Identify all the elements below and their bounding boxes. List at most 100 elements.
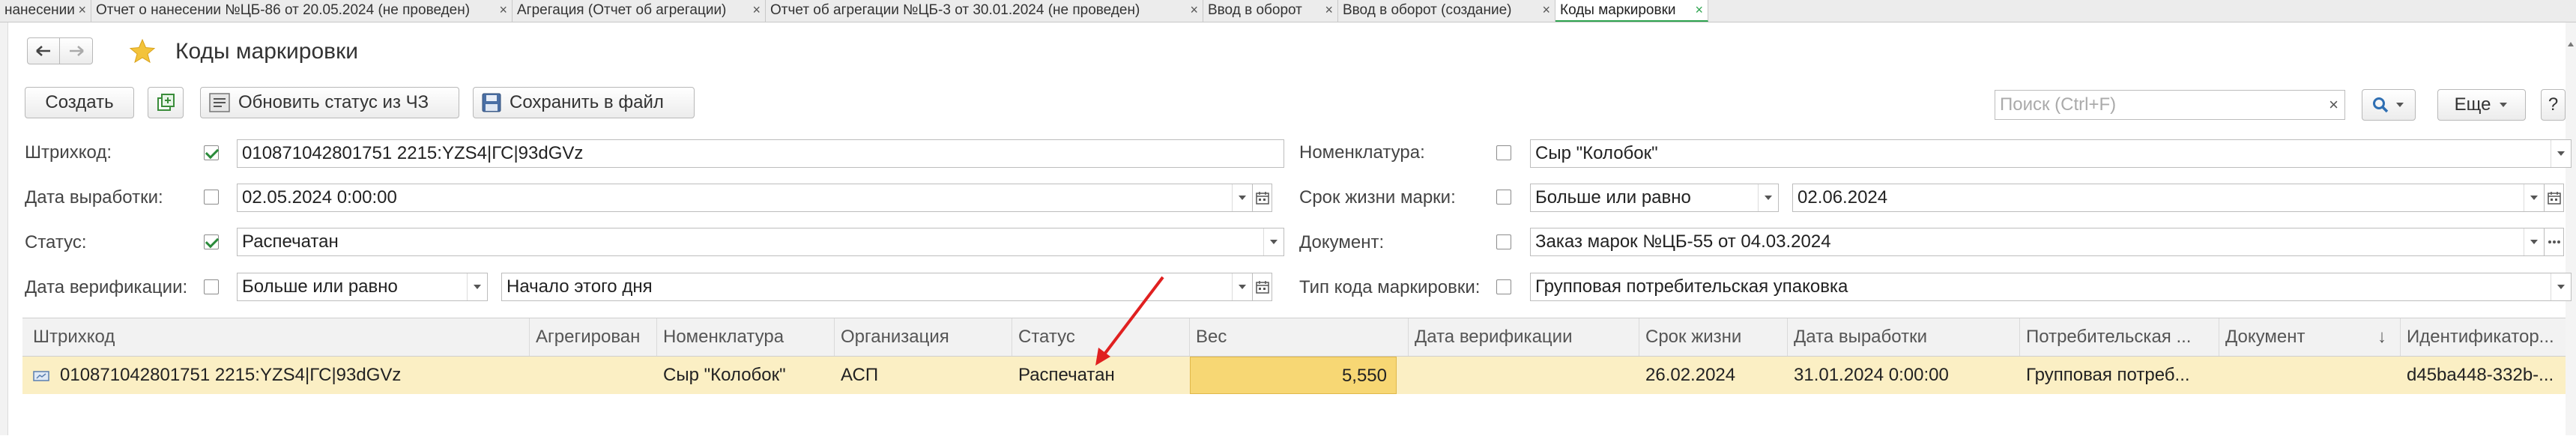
nomenclature-field[interactable]: Сыр "Колобок" xyxy=(1530,139,2572,168)
chevron-down-icon[interactable] xyxy=(1263,228,1284,255)
star-icon[interactable] xyxy=(129,38,156,64)
verify-date-label: Дата верификации: xyxy=(25,277,188,297)
col-nomenclature[interactable]: Номенклатура xyxy=(657,318,835,356)
ellipsis-icon xyxy=(2548,240,2560,243)
chevron-down-icon[interactable] xyxy=(467,273,487,300)
col-organization[interactable]: Организация xyxy=(835,318,1012,356)
chevron-down-icon[interactable] xyxy=(1232,184,1252,211)
close-icon[interactable]: × xyxy=(1695,0,1703,20)
table-row[interactable]: 010871042801751 2215:YZS4|ГС|93dGVz Сыр … xyxy=(22,357,2566,394)
prod-date-field[interactable]: 02.05.2024 0:00:00 xyxy=(237,184,1253,212)
close-icon[interactable]: × xyxy=(499,0,507,20)
tab-strip: нанесении × Отчет о нанесении №ЦБ-86 от 2… xyxy=(0,0,2576,22)
chevron-down-icon[interactable] xyxy=(1758,184,1778,211)
col-shelf-life[interactable]: Срок жизни xyxy=(1639,318,1788,356)
code-type-field[interactable]: Групповая потребительская упаковка xyxy=(1530,273,2572,301)
right-scrollbar[interactable] xyxy=(2566,22,2576,435)
barcode-checkbox[interactable] xyxy=(204,145,219,160)
clear-search-icon[interactable]: × xyxy=(2329,91,2338,119)
shelf-life-operator-select[interactable]: Больше или равно xyxy=(1530,184,1779,212)
create-button[interactable]: Создать xyxy=(25,87,134,118)
chevron-down-icon[interactable] xyxy=(2551,140,2571,167)
verify-date-operator-select[interactable]: Больше или равно xyxy=(237,273,488,301)
col-identifier[interactable]: Идентификатор... xyxy=(2401,318,2566,356)
chevron-down-icon[interactable] xyxy=(2551,273,2571,300)
cell-identifier: d45ba448-332b-... xyxy=(2407,365,2554,385)
arrow-right-icon xyxy=(69,46,84,56)
prod-date-checkbox[interactable] xyxy=(204,190,219,205)
col-prod-date[interactable]: Дата выработки xyxy=(1788,318,2020,356)
tab-nanesenie[interactable]: нанесении × xyxy=(0,0,91,22)
cell-prod-date: 31.01.2024 0:00:00 xyxy=(1794,365,1949,385)
close-icon[interactable]: × xyxy=(1542,0,1550,20)
verify-date-calendar-button[interactable] xyxy=(1253,273,1272,301)
col-aggregated[interactable]: Агрегирован xyxy=(530,318,657,356)
refresh-icon xyxy=(209,93,230,112)
prod-date-calendar-button[interactable] xyxy=(1253,184,1272,212)
code-type-label: Тип кода маркировки: xyxy=(1299,277,1481,297)
barcode-label: Штрихкод: xyxy=(25,142,112,163)
status-checkbox[interactable] xyxy=(204,234,219,249)
document-checkbox[interactable] xyxy=(1496,234,1511,249)
barcode-item-icon xyxy=(33,370,49,381)
document-field[interactable]: Заказ марок №ЦБ-55 от 04.03.2024 xyxy=(1530,228,2545,256)
cell-document xyxy=(2219,357,2401,394)
scroll-up-icon[interactable] xyxy=(2566,37,2576,82)
prod-date-label: Дата выработки: xyxy=(25,187,163,208)
verify-date-checkbox[interactable] xyxy=(204,279,219,294)
tab-marking-codes[interactable]: Коды маркировки × xyxy=(1555,0,1708,22)
copy-icon xyxy=(157,94,175,111)
shelf-life-field[interactable]: 02.06.2024 xyxy=(1792,184,2545,212)
chevron-down-icon[interactable] xyxy=(2524,228,2544,255)
annotation-arrow-icon xyxy=(1095,276,1164,366)
calendar-icon xyxy=(2547,192,2561,205)
more-button[interactable]: Еще xyxy=(2437,89,2526,121)
nomenclature-checkbox[interactable] xyxy=(1496,145,1511,160)
code-type-checkbox[interactable] xyxy=(1496,279,1511,294)
chevron-down-icon[interactable] xyxy=(2524,184,2544,211)
cell-weight[interactable]: 5,550 xyxy=(1190,357,1397,394)
col-document[interactable]: Документ ↓ xyxy=(2219,318,2401,356)
tab-aggregation[interactable]: Агрегация (Отчет об агрегации) × xyxy=(513,0,766,22)
refresh-status-button[interactable]: Обновить статус из ЧЗ xyxy=(200,87,459,118)
sort-arrow-icon[interactable]: ↓ xyxy=(2377,318,2386,356)
search-button[interactable] xyxy=(2362,89,2416,121)
cell-aggregated xyxy=(530,357,657,394)
document-label: Документ: xyxy=(1299,232,1385,252)
col-verify-date[interactable]: Дата верификации xyxy=(1409,318,1639,356)
chevron-down-icon xyxy=(2500,103,2508,107)
chevron-down-icon[interactable] xyxy=(1232,273,1252,300)
tab-vvod-create[interactable]: Ввод в оборот (создание) × xyxy=(1338,0,1555,22)
forward-button[interactable] xyxy=(60,37,93,64)
copy-button[interactable] xyxy=(148,87,184,118)
search-icon xyxy=(2373,97,2389,113)
close-icon[interactable]: × xyxy=(1190,0,1198,20)
barcode-field[interactable]: 010871042801751 2215:YZS4|ГС|93dGVz xyxy=(237,139,1284,168)
close-icon[interactable]: × xyxy=(752,0,761,20)
save-file-button[interactable]: Сохранить в файл xyxy=(473,87,695,118)
nomenclature-label: Номенклатура: xyxy=(1299,142,1425,163)
tab-vvod[interactable]: Ввод в оборот × xyxy=(1203,0,1338,22)
tab-report-nanesenie[interactable]: Отчет о нанесении №ЦБ-86 от 20.05.2024 (… xyxy=(91,0,513,22)
cell-shelf-life: 26.02.2024 xyxy=(1645,365,1736,385)
arrow-left-icon xyxy=(36,46,50,56)
calendar-icon xyxy=(1255,192,1269,205)
col-consumer-package[interactable]: Потребительская ... xyxy=(2020,318,2219,356)
cell-barcode: 010871042801751 2215:YZS4|ГС|93dGVz xyxy=(22,357,530,394)
close-icon[interactable]: × xyxy=(1325,0,1333,20)
floppy-disk-icon xyxy=(482,93,501,112)
close-icon[interactable]: × xyxy=(78,0,86,20)
col-weight[interactable]: Вес xyxy=(1190,318,1409,356)
shelf-life-checkbox[interactable] xyxy=(1496,190,1511,205)
document-select-button[interactable] xyxy=(2545,228,2564,256)
help-button[interactable]: ? xyxy=(2541,89,2566,121)
status-field[interactable]: Распечатан xyxy=(237,228,1284,256)
cell-nomenclature: Сыр "Колобок" xyxy=(663,365,786,385)
search-input[interactable]: Поиск (Ctrl+F) × xyxy=(1995,90,2345,120)
table-header: Штрихкод Агрегирован Номенклатура Органи… xyxy=(22,318,2566,357)
col-barcode[interactable]: Штрихкод xyxy=(22,318,530,356)
back-button[interactable] xyxy=(27,37,60,64)
shelf-life-calendar-button[interactable] xyxy=(2545,184,2564,212)
tab-report-aggregation[interactable]: Отчет об агрегации №ЦБ-3 от 30.01.2024 (… xyxy=(766,0,1203,22)
cell-organization: АСП xyxy=(841,365,879,385)
